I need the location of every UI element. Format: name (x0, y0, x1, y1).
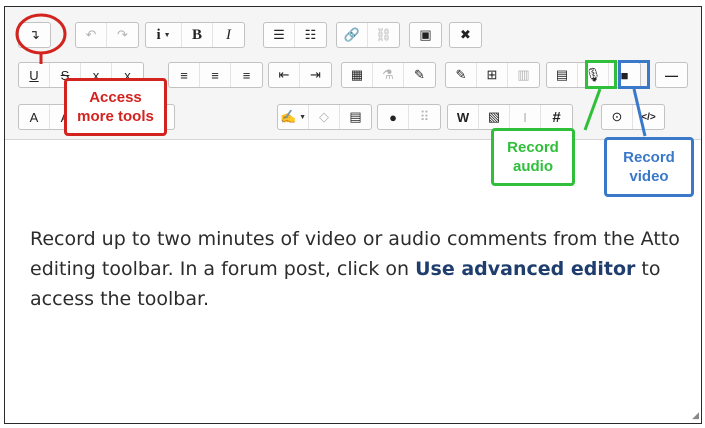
access-callout-line1: Access (89, 89, 142, 106)
audio-pointer (583, 88, 602, 131)
record-audio-callout: Record audio (491, 128, 575, 186)
access-more-tools-callout: Access more tools (64, 78, 167, 136)
callout-connectors (15, 13, 647, 137)
editor-content[interactable]: Record up to two minutes of video or aud… (30, 224, 680, 314)
record-video-callout: Record video (604, 137, 694, 197)
video-pointer (632, 88, 647, 137)
video-callout-line1: Record (623, 149, 675, 166)
audio-callout-line2: audio (513, 158, 553, 175)
use-advanced-editor-link[interactable]: Use advanced editor (415, 258, 635, 280)
video-callout-line2: video (629, 168, 669, 185)
audio-callout-line1: Record (507, 139, 559, 156)
access-circle (15, 13, 67, 55)
access-callout-line2: more tools (77, 108, 154, 125)
